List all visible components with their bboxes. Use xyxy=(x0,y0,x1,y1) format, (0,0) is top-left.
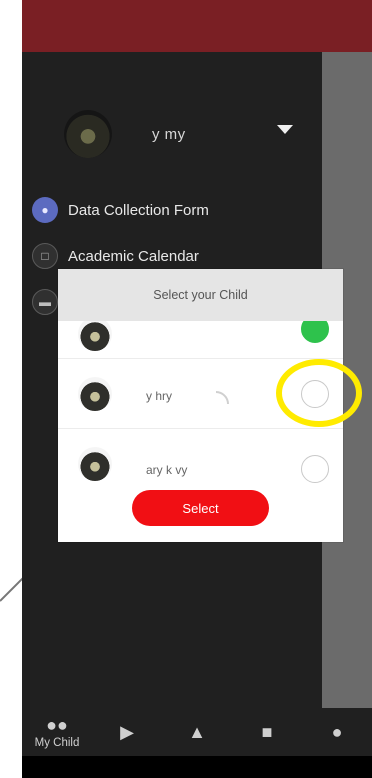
nav-school[interactable]: ■ xyxy=(232,708,302,756)
school-icon: ■ xyxy=(261,722,273,742)
nav-people[interactable]: ● xyxy=(302,708,372,756)
system-bar xyxy=(22,756,372,778)
app-top-bar xyxy=(22,0,372,52)
child-row-1[interactable] xyxy=(58,321,343,359)
child-radio-selected[interactable] xyxy=(301,321,329,343)
people-icon: ● xyxy=(331,722,343,742)
loading-spinner-icon xyxy=(197,385,235,423)
child-row-3[interactable]: ary k vy xyxy=(58,429,343,489)
nav-label: My Child xyxy=(34,736,80,749)
menu-item-label: Academic Calendar xyxy=(68,247,199,265)
nav-announcements[interactable]: ▶ xyxy=(92,708,162,756)
child-name: ary k vy xyxy=(146,463,188,477)
menu-item-data-collection-form[interactable]: ● Data Collection Form xyxy=(32,196,209,224)
child-avatar xyxy=(78,321,112,351)
cart-icon: ▲ xyxy=(188,722,206,742)
calendar-icon: □ xyxy=(32,243,58,269)
modal-title: Select your Child xyxy=(58,269,343,321)
profile-name: y my xyxy=(152,126,186,143)
child-avatar xyxy=(78,447,112,481)
nav-my-child[interactable]: ●● My Child xyxy=(22,708,92,756)
chat-icon: ▬ xyxy=(32,289,58,315)
child-radio[interactable] xyxy=(301,455,329,483)
profile-dropdown-caret-icon[interactable] xyxy=(277,125,293,134)
select-button[interactable]: Select xyxy=(132,490,269,526)
my-child-icon: ●● xyxy=(46,714,68,735)
bottom-navigation: ●● My Child ▶ ▲ ■ ● xyxy=(22,708,372,756)
screen-frame: y my ● Data Collection Form □ Academic C… xyxy=(0,0,372,778)
annotation-highlight-circle xyxy=(276,359,362,427)
menu-item-academic-calendar[interactable]: □ Academic Calendar xyxy=(32,242,199,270)
child-name: y hry xyxy=(146,389,173,403)
nav-shop[interactable]: ▲ xyxy=(162,708,232,756)
megaphone-icon: ▶ xyxy=(120,722,134,742)
user-icon: ● xyxy=(32,197,58,223)
menu-item-label: Data Collection Form xyxy=(68,201,209,219)
profile-avatar[interactable] xyxy=(64,110,112,158)
child-avatar xyxy=(78,377,112,411)
